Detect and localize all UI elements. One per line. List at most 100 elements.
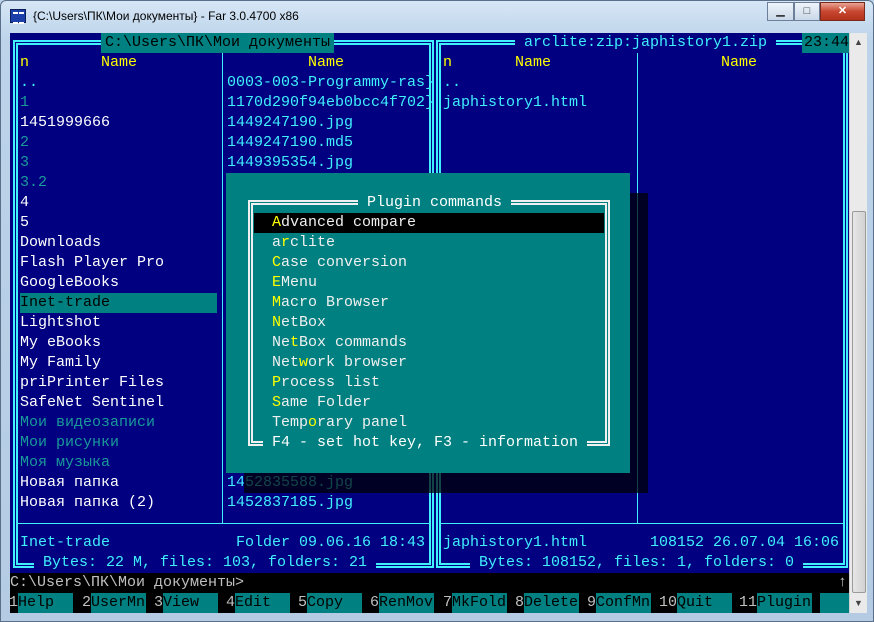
file-item[interactable]: japhistory1.html: [443, 93, 587, 113]
function-key-number: 4: [225, 594, 235, 611]
menu-item[interactable]: Same Folder: [254, 393, 604, 413]
menu-item-text: rocess list: [281, 374, 381, 391]
scroll-up-indicator: ↑: [838, 574, 848, 591]
menu-item-hotkey: o: [308, 414, 318, 431]
function-key-3[interactable]: 3 View: [143, 593, 218, 613]
file-item[interactable]: My Family: [20, 353, 101, 373]
menu-item[interactable]: NetBox commands: [254, 333, 604, 353]
clock: 23:44: [802, 33, 849, 53]
scroll-up-arrow-icon[interactable]: ▲: [850, 37, 867, 47]
function-key-9[interactable]: 9 ConfMn: [576, 593, 651, 613]
function-key-10[interactable]: 10 Quit: [657, 593, 732, 613]
file-item[interactable]: 4: [20, 193, 29, 213]
menu-item[interactable]: EMenu: [254, 273, 604, 293]
function-keybar: 1 Help 2 UserMn 3 View 4 Edit 5 Copy 6 RenMov 7 MkFol…: [10, 593, 849, 613]
file-item[interactable]: SafeNet Sentinel: [20, 393, 164, 413]
menu-item[interactable]: Network browser: [254, 353, 604, 373]
file-item[interactable]: 1452837185.jpg: [227, 493, 353, 513]
maximize-button[interactable]: □: [794, 2, 820, 21]
far-app-icon: [10, 9, 26, 24]
file-item[interactable]: 3: [20, 153, 29, 173]
menu-item-selected[interactable]: Advanced compare: [254, 213, 604, 233]
file-item[interactable]: Flash Player Pro: [20, 253, 164, 273]
menu-item-text: dvanced compare: [281, 214, 417, 231]
file-item[interactable]: Новая папка: [20, 473, 119, 493]
left-header-name[interactable]: Name: [101, 53, 137, 73]
left-totals: Bytes: 22 M, files: 103, folders: 21: [34, 553, 377, 573]
function-key-12[interactable]: [800, 593, 849, 613]
function-key-label: Quit: [677, 593, 732, 613]
window-title: {C:\Users\ПК\Мои документы} - Far 3.0.47…: [33, 9, 299, 23]
file-item[interactable]: Мои рисунки: [20, 433, 119, 453]
menu-item-text: clite: [290, 234, 336, 251]
menu-item-text: ork browser: [308, 354, 408, 371]
scrollbar-thumb[interactable]: [852, 211, 866, 593]
close-button[interactable]: ✕: [820, 2, 865, 21]
file-item[interactable]: ..: [443, 73, 461, 93]
menu-item[interactable]: Case conversion: [254, 253, 604, 273]
menu-item-hotkey: P: [272, 374, 282, 391]
function-key-8[interactable]: 8 Delete: [504, 593, 579, 613]
dialog-footer-hint: F4 - set hot key, F3 - information: [263, 433, 588, 453]
file-item[interactable]: 0003-003-Programmy-ras}: [227, 73, 434, 93]
file-item[interactable]: 1: [20, 93, 29, 113]
menu-item-text: ame Folder: [281, 394, 372, 411]
file-item[interactable]: Новая папка (2): [20, 493, 155, 513]
function-key-6[interactable]: 6 RenMov: [359, 593, 434, 613]
file-item[interactable]: 1449247190.md5: [227, 133, 353, 153]
file-item[interactable]: Lightshot: [20, 313, 101, 333]
function-key-label: Delete: [524, 593, 579, 613]
menu-item[interactable]: NetBox: [254, 313, 604, 333]
function-key-5[interactable]: 5 Copy: [287, 593, 362, 613]
file-item-selected[interactable]: Inet-trade: [20, 293, 217, 313]
file-item[interactable]: 1451999666: [20, 113, 110, 133]
file-item[interactable]: priPrinter Files: [20, 373, 164, 393]
function-key-number: 9: [586, 594, 596, 611]
right-header-name-2[interactable]: Name: [721, 53, 757, 73]
function-key-4[interactable]: 4 Edit: [215, 593, 290, 613]
file-item[interactable]: 5: [20, 213, 29, 233]
file-item[interactable]: My eBooks: [20, 333, 101, 353]
scroll-down-arrow-icon[interactable]: ▼: [850, 598, 867, 608]
file-item[interactable]: 1449247190.jpg: [227, 113, 353, 133]
command-line[interactable]: C:\Users\ПК\Мои документы>: [10, 573, 849, 593]
function-key-number: 6: [369, 594, 379, 611]
minimize-button[interactable]: ▁: [767, 2, 794, 21]
right-header-n[interactable]: n: [443, 53, 452, 73]
file-item[interactable]: ..: [20, 73, 38, 93]
file-item[interactable]: Downloads: [20, 233, 101, 253]
menu-item[interactable]: Temporary panel: [254, 413, 604, 433]
function-key-label: Edit: [235, 593, 290, 613]
left-info-details: Folder 09.06.16 18:43: [236, 534, 426, 551]
menu-item-text: ase conversion: [281, 254, 408, 271]
function-key-label: Help: [18, 593, 73, 613]
right-header-name[interactable]: Name: [515, 53, 551, 73]
menu-item-hotkey: E: [272, 274, 282, 291]
left-panel-title: C:\Users\ПК\Мои документы: [101, 33, 335, 53]
menu-item-text: Net: [272, 354, 300, 371]
function-key-2[interactable]: 2 UserMn: [71, 593, 146, 613]
left-header-n[interactable]: n: [20, 53, 29, 73]
left-header-name-2[interactable]: Name: [308, 53, 344, 73]
file-item[interactable]: Мои видеозаписи: [20, 413, 155, 433]
file-item[interactable]: GoogleBooks: [20, 273, 119, 293]
file-item[interactable]: 1449395354.jpg: [227, 153, 353, 173]
function-key-7[interactable]: 7 MkFold: [432, 593, 507, 613]
menu-item[interactable]: arclite: [254, 233, 604, 253]
menu-item[interactable]: Process list: [254, 373, 604, 393]
function-key-label: View: [163, 593, 218, 613]
menu-item-text: acro Browser: [281, 294, 390, 311]
menu-item-hotkey: M: [272, 294, 282, 311]
function-key-1[interactable]: 1 Help: [10, 593, 73, 613]
file-item[interactable]: 2: [20, 133, 29, 153]
file-item[interactable]: 1170d290f94eb0bcc4f702}: [227, 93, 434, 113]
file-item[interactable]: 3.2: [20, 173, 47, 193]
file-item[interactable]: Моя музыка: [20, 453, 110, 473]
right-status-separator: [441, 523, 843, 524]
right-totals: Bytes: 108152, files: 1, folders: 0: [470, 553, 804, 573]
menu-item-hotkey: A: [272, 214, 282, 231]
right-info-details: 108152 26.07.04 16:06: [650, 534, 840, 551]
vertical-scrollbar[interactable]: ▲ ▼: [849, 33, 867, 613]
function-key-number: [800, 593, 820, 613]
menu-item[interactable]: Macro Browser: [254, 293, 604, 313]
